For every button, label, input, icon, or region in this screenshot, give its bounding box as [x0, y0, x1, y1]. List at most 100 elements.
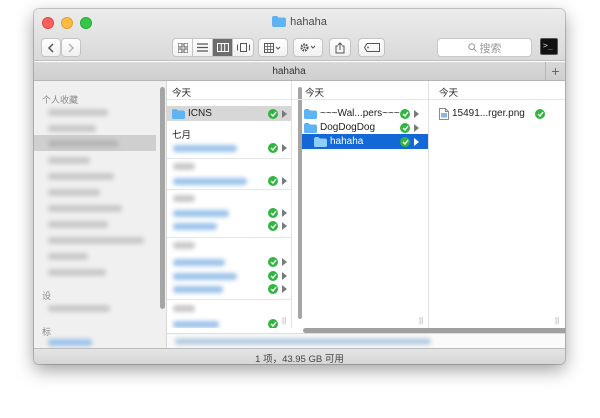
folder-icon [304, 122, 317, 133]
browser-column-1: 今天 ICNS 七月 [167, 81, 292, 328]
icon-view-button[interactable] [173, 39, 193, 56]
list-item[interactable] [173, 223, 217, 230]
list-item[interactable] [173, 145, 237, 152]
tab-bar: hahaha + [34, 62, 565, 81]
synced-check-icon [400, 136, 410, 147]
share-icon [335, 41, 345, 53]
sidebar-item[interactable] [48, 157, 90, 164]
column-view-button[interactable] [213, 39, 233, 56]
finder-window: hahaha 搜索 >_ hahaha + 个人收藏 设 标 今天 ICNS 七… [34, 9, 565, 364]
list-item-hahaha[interactable]: hahaha [302, 134, 428, 149]
disclosure-arrow-icon [282, 177, 287, 185]
sidebar-item[interactable] [48, 305, 110, 312]
arrange-button[interactable] [258, 38, 288, 57]
column-resize-handle[interactable]: || [282, 316, 286, 325]
synced-check-icon [268, 143, 278, 153]
sidebar-item[interactable] [48, 173, 114, 180]
column-header: 今天 [429, 81, 565, 100]
list-icon [197, 43, 208, 52]
chevron-left-icon [47, 42, 54, 53]
synced-check-icon [268, 176, 278, 186]
sidebar-item[interactable] [48, 339, 92, 346]
group-header [173, 305, 195, 312]
synced-check-icon [268, 271, 278, 281]
sidebar-item[interactable] [48, 125, 96, 132]
back-button[interactable] [41, 38, 61, 57]
view-mode-selector[interactable] [172, 38, 254, 57]
chevron-right-icon [68, 42, 75, 53]
action-button[interactable] [293, 38, 323, 57]
gear-icon [300, 43, 316, 52]
synced-check-icon [268, 221, 278, 231]
path-bar-breadcrumb[interactable] [175, 338, 431, 345]
search-placeholder: 搜索 [479, 42, 502, 55]
column-resize-handle[interactable]: || [555, 316, 559, 325]
divider [167, 299, 291, 300]
path-bar [167, 333, 565, 348]
list-item-dogdogdog[interactable]: DogDogDog [292, 120, 428, 135]
sidebar-item[interactable] [48, 205, 122, 212]
list-view-button[interactable] [193, 39, 213, 56]
folder-icon [304, 108, 317, 119]
list-item[interactable] [173, 286, 223, 293]
sidebar-item[interactable] [48, 140, 118, 147]
list-item[interactable] [173, 210, 229, 217]
sidebar-section-devices: 设 [42, 291, 52, 301]
tag-icon [363, 43, 380, 52]
disclosure-arrow-icon [282, 209, 287, 217]
synced-check-icon [268, 284, 278, 294]
folder-icon [172, 108, 185, 119]
share-button[interactable] [329, 38, 351, 57]
status-bar: 1 项，43.95 GB 可用 [34, 348, 565, 364]
gallery-view-button[interactable] [233, 39, 253, 56]
list-item[interactable] [173, 178, 247, 185]
sidebar-item[interactable] [48, 221, 108, 228]
list-item[interactable] [173, 259, 225, 266]
list-item-png-file[interactable]: 15491...rger.png [429, 106, 565, 121]
list-item[interactable] [173, 273, 237, 280]
browser-column-2: 今天 ~~~Wal...pers~~~ DogDogDog hahaha [292, 81, 429, 328]
disclosure-arrow-icon [414, 109, 419, 118]
search-field[interactable]: 搜索 [437, 38, 532, 57]
new-tab-button[interactable]: + [545, 62, 565, 81]
item-name: 15491...rger.png [452, 108, 525, 119]
synced-check-icon [268, 257, 278, 267]
grid-icon [177, 42, 188, 53]
sidebar: 个人收藏 设 标 [34, 81, 167, 348]
image-file-icon [439, 107, 449, 120]
column-header: 今天 [167, 81, 291, 100]
list-item-wallpapers[interactable]: ~~~Wal...pers~~~ [292, 106, 428, 121]
sidebar-scrollbar[interactable] [160, 87, 165, 309]
forward-button[interactable] [61, 38, 81, 57]
terminal-icon[interactable]: >_ [540, 38, 558, 55]
columns-icon [216, 43, 229, 52]
list-item[interactable] [173, 321, 219, 328]
divider [167, 237, 291, 238]
divider [167, 189, 291, 190]
sidebar-item[interactable] [48, 109, 108, 116]
divider [167, 158, 291, 159]
synced-check-icon [400, 108, 410, 119]
synced-check-icon [268, 319, 278, 328]
column-resize-handle[interactable]: || [419, 316, 423, 325]
group-header [173, 195, 195, 202]
synced-check-icon [268, 208, 278, 218]
disclosure-arrow-icon [282, 109, 287, 118]
sidebar-item[interactable] [48, 253, 88, 260]
tab-hahaha[interactable]: hahaha [34, 66, 544, 77]
disclosure-arrow-icon [414, 137, 419, 146]
tags-button[interactable] [358, 38, 385, 57]
folder-icon [314, 136, 327, 147]
disclosure-arrow-icon [282, 272, 287, 280]
list-item-icns[interactable]: ICNS [167, 106, 291, 121]
synced-check-icon [268, 108, 278, 119]
column-header: 今天 [292, 81, 428, 100]
synced-check-icon [535, 108, 545, 119]
sidebar-item[interactable] [48, 237, 144, 244]
disclosure-arrow-icon [282, 144, 287, 152]
sidebar-item[interactable] [48, 269, 106, 276]
folder-icon [272, 16, 287, 27]
search-icon [467, 43, 477, 52]
item-name: DogDogDog [320, 122, 376, 133]
sidebar-item[interactable] [48, 189, 100, 196]
